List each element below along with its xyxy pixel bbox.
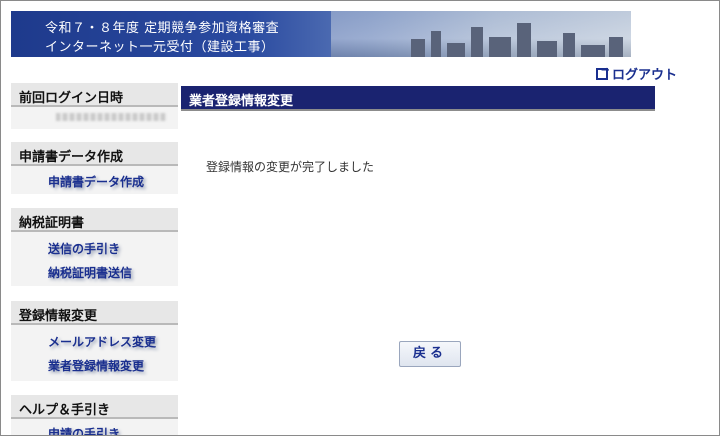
header-title-line1: 令和７・８年度 定期競争参加資格審査 <box>45 21 280 36</box>
banner-building <box>537 41 557 57</box>
banner-building <box>609 37 623 57</box>
completion-message: 登録情報の変更が完了しました <box>206 160 375 174</box>
page-title: 業者登録情報変更 <box>181 86 655 111</box>
banner-building <box>471 27 483 57</box>
banner-building <box>431 31 441 57</box>
banner-building <box>581 45 605 57</box>
banner-building <box>447 43 465 57</box>
sidebar-item-send-guide[interactable]: 送信の手引き <box>48 240 120 257</box>
logout-icon <box>596 65 609 80</box>
page-frame: 令和７・８年度 定期競争参加資格審査 インターネット一元受付（建設工事） ログア… <box>0 0 720 436</box>
sidebar-heading-registration-change: 登録情報変更 <box>11 301 178 325</box>
logout-label: ログアウト <box>612 68 678 83</box>
last-login-value-redacted <box>56 113 166 121</box>
sidebar-heading-help: ヘルプ＆手引き <box>11 395 178 419</box>
sidebar-item-tax-certificate-send[interactable]: 納税証明書送信 <box>48 264 132 281</box>
back-button[interactable]: 戻る <box>399 341 461 367</box>
banner-building <box>563 33 575 57</box>
sidebar-heading-tax-certificate: 納税証明書 <box>11 208 178 232</box>
sidebar-item-application-guide[interactable]: 申請の手引き <box>48 425 120 435</box>
sidebar-heading-last-login: 前回ログイン日時 <box>11 83 178 107</box>
sidebar-item-vendor-info-change[interactable]: 業者登録情報変更 <box>48 357 144 374</box>
header-title-line2: インターネット一元受付（建設工事） <box>45 40 275 55</box>
logout-link[interactable]: ログアウト <box>596 64 677 83</box>
banner-building <box>411 39 425 57</box>
banner-building <box>517 23 531 57</box>
sidebar-item-application-data[interactable]: 申請書データ作成 <box>48 173 144 190</box>
sidebar-heading-application-data: 申請書データ作成 <box>11 142 178 166</box>
header-banner: 令和７・８年度 定期競争参加資格審査 インターネット一元受付（建設工事） <box>11 11 631 57</box>
banner-building <box>489 37 511 57</box>
sidebar-item-email-change[interactable]: メールアドレス変更 <box>48 333 156 350</box>
